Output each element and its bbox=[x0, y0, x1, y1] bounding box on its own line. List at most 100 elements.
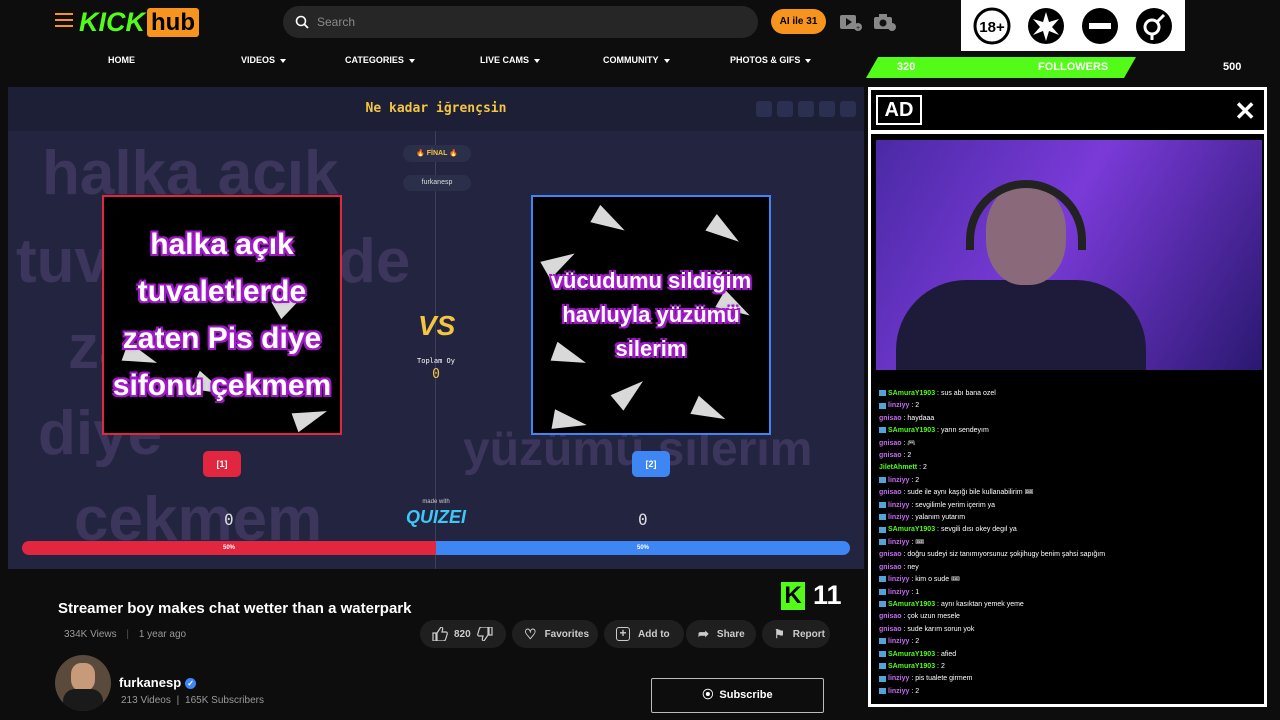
logo-hub: hub bbox=[147, 7, 199, 37]
chat-badge-icon bbox=[879, 539, 886, 546]
chat-badge-icon bbox=[879, 638, 886, 645]
chat-text: kim o sude 🎟 bbox=[915, 576, 960, 584]
chat-message: gnisao : sude ile aynı kaşığı bile kulla… bbox=[879, 487, 1264, 499]
nav-videos[interactable]: VIDEOS bbox=[241, 55, 287, 65]
chat-text: çok uzun mesele bbox=[907, 613, 960, 621]
chat-text: afied bbox=[940, 650, 957, 658]
like-dislike-group[interactable]: 820 bbox=[420, 620, 506, 648]
chat-message: gnisao : sude karım sorun yok bbox=[879, 624, 1264, 636]
chevron-down-icon bbox=[805, 58, 812, 63]
channel-name[interactable]: furkanesp ✓ bbox=[119, 675, 197, 690]
view-count: 334K Views bbox=[64, 629, 117, 640]
flag-icon: ⚑ bbox=[774, 627, 785, 641]
nav-photos-gifs[interactable]: PHOTOS & GIFS bbox=[730, 55, 812, 65]
chat-text: 2 bbox=[915, 638, 920, 646]
kick-k-icon: K bbox=[781, 581, 805, 610]
chat-username: linziyy bbox=[888, 501, 910, 509]
chat-text: aynı kasıktan yemek yeme bbox=[940, 600, 1024, 608]
chat-message: linziyy : 2 bbox=[879, 636, 1264, 648]
gender-symbol-icon bbox=[1133, 4, 1175, 47]
chat-message: gnisao : haydaaa bbox=[879, 413, 1264, 425]
close-icon[interactable]: ✕ bbox=[1234, 96, 1256, 126]
chat-message: SAmuraY1903 : sus abı bana ozel bbox=[879, 388, 1264, 400]
chevron-down-icon bbox=[663, 58, 670, 63]
chat-text: 2 bbox=[915, 476, 920, 484]
site-logo[interactable]: KICK hub bbox=[79, 7, 199, 37]
chat-text: sevgili dısı okey degıl ya bbox=[940, 526, 1017, 534]
followers-current: 320 bbox=[897, 61, 916, 73]
chat-message: SAmuraY1903 : sevgili dısı okey degıl ya bbox=[879, 524, 1264, 536]
search-input[interactable]: Search bbox=[283, 6, 758, 38]
thumbs-up-icon[interactable] bbox=[432, 627, 448, 641]
camera-icon[interactable] bbox=[873, 12, 897, 32]
chat-badge-icon bbox=[879, 427, 886, 434]
channel-video-count: 213 Videos bbox=[121, 695, 171, 706]
search-icon bbox=[295, 15, 309, 29]
followers-goal: 500 bbox=[1223, 61, 1242, 73]
chat-badge-icon bbox=[879, 514, 886, 521]
chat-message: gnisao : doğru sudeyi siz tanımıyorsunuz… bbox=[879, 549, 1264, 561]
chat-badge-icon bbox=[879, 675, 886, 682]
chat-username: gnisao bbox=[879, 613, 902, 621]
add-to-button[interactable]: + Add to bbox=[604, 620, 684, 648]
video-player[interactable]: halka acık tuvale de za s diye yüzümü si… bbox=[8, 87, 864, 569]
option-card-left[interactable]: halka açık tuvaletlerde zaten Pis diye s… bbox=[102, 195, 342, 435]
hamburger-icon[interactable] bbox=[55, 13, 73, 27]
chat-text: sude ile aynı kaşığı bile kullanabilirim… bbox=[907, 489, 1034, 497]
rss-icon: ⦿ bbox=[702, 689, 714, 701]
chat-message: SAmuraY1903 : 2 bbox=[879, 661, 1264, 673]
chat-text: 2 bbox=[915, 402, 920, 410]
chat-username: SAmuraY1903 bbox=[888, 390, 936, 397]
adult-18-icon: 18+ bbox=[971, 4, 1013, 47]
chat-message: linziyy : 2 bbox=[879, 686, 1264, 698]
total-votes-label: Toplam Oy bbox=[417, 357, 455, 365]
followers-goal-bar: 320 FOLLOWERS 500 bbox=[866, 57, 1280, 78]
channel-subscriber-count: 165K Subscribers bbox=[185, 695, 264, 706]
chat-username: gnisao bbox=[879, 563, 902, 571]
nav-categories[interactable]: CATEGORIES bbox=[345, 55, 415, 65]
share-button[interactable]: ➦ Share bbox=[686, 620, 756, 648]
chat-message: SAmuraY1903 : yarın sendeyım bbox=[879, 425, 1264, 437]
chat-message: linziyy : pis tualete girmem bbox=[879, 673, 1264, 685]
report-button[interactable]: ⚑ Report bbox=[762, 620, 830, 648]
ad-overlay: AD ✕ SAmuraY1903 : sus abı bana ozel linz… bbox=[868, 87, 1267, 707]
nav-live-cams[interactable]: LIVE CAMS bbox=[480, 55, 541, 65]
chat-username: gnisao bbox=[879, 452, 902, 460]
option-card-right[interactable]: vücudumu sildiğim havluyla yüzümü sileri… bbox=[531, 195, 771, 435]
link-icon[interactable] bbox=[777, 101, 793, 117]
option-right-number[interactable]: [2] bbox=[632, 451, 670, 477]
subscribe-button[interactable]: ⦿ Subscribe bbox=[651, 678, 824, 713]
thumbs-down-icon[interactable] bbox=[476, 627, 493, 641]
chat-text: yalanım yutarım bbox=[915, 514, 966, 522]
video-icon[interactable]: + bbox=[839, 12, 863, 32]
eye-icon[interactable] bbox=[756, 101, 772, 117]
favorites-button[interactable]: ♡ Favorites bbox=[512, 620, 598, 648]
vote-progress-bar: 50% 50% bbox=[22, 541, 850, 555]
chat-username: gnisao bbox=[879, 439, 902, 447]
chat-badge-icon bbox=[879, 402, 886, 409]
chat-text: sus abı bana ozel bbox=[940, 390, 996, 397]
chat-username: linziyy bbox=[888, 576, 910, 584]
plus-icon: + bbox=[616, 627, 630, 641]
headphones bbox=[966, 180, 1086, 250]
chat-username: linziyy bbox=[888, 538, 910, 546]
send-icon[interactable] bbox=[798, 101, 814, 117]
left-score: 0 bbox=[224, 510, 234, 529]
nav-home[interactable]: HOME bbox=[108, 55, 135, 65]
splash-icon bbox=[1025, 4, 1067, 47]
nav-community[interactable]: COMMUNITY bbox=[603, 55, 670, 65]
flag-icon[interactable] bbox=[819, 101, 835, 117]
chat-message: gnisao : 🎮 bbox=[879, 438, 1264, 450]
avatar[interactable] bbox=[55, 655, 111, 711]
chat-username: SAmuraY1903 bbox=[888, 526, 936, 534]
chat-message: JiletAhmett : 2 bbox=[879, 462, 1264, 474]
chat-badge-icon bbox=[879, 576, 886, 583]
video-meta: 334K Views | 1 year ago bbox=[64, 629, 187, 640]
chat-username: linziyy bbox=[888, 588, 910, 596]
grid-icon[interactable] bbox=[840, 101, 856, 117]
option-left-number[interactable]: [1] bbox=[203, 451, 241, 477]
chat-message: linziyy : 🎟 bbox=[879, 537, 1264, 549]
logo-kick: KICK bbox=[79, 6, 145, 37]
chat-badge-icon bbox=[879, 601, 886, 608]
ai-button[interactable]: AI ile 31 bbox=[771, 9, 826, 34]
